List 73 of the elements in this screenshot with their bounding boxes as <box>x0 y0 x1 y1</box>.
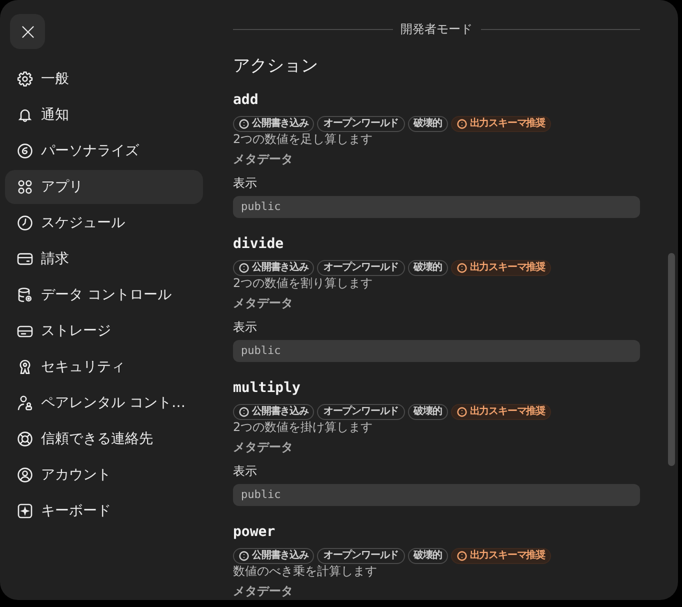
close-icon <box>20 24 34 38</box>
sidebar-item[interactable]: 信頼できる連絡先 <box>5 422 203 456</box>
visibility-code-block: public <box>233 196 640 218</box>
action-description: 2つの数値を足し算します <box>233 132 374 147</box>
action-description: 2つの数値を割り算します <box>233 276 374 291</box>
action-name: divide <box>233 235 285 254</box>
sidebar-item[interactable]: パーソナライズ <box>5 134 203 168</box>
action-description: 数値のべき乗を計算します <box>233 564 378 579</box>
section-divider-label: 開発者モード <box>400 21 472 38</box>
capability-tag: オープンワールド <box>317 404 405 420</box>
tag-label: 出力スキーマ推奨 <box>470 405 546 419</box>
tag-label: 出力スキーマ推奨 <box>470 117 546 131</box>
dotted-circle-icon <box>456 119 467 129</box>
close-button[interactable] <box>10 14 45 49</box>
lifebuoy-icon <box>17 431 33 447</box>
dotted-circle-icon <box>456 263 467 273</box>
database-icon <box>17 287 33 303</box>
metadata-label: メタデータ <box>233 583 294 599</box>
sidebar-item[interactable]: ストレージ <box>5 314 203 348</box>
visibility-code-block: public <box>233 340 640 362</box>
capability-tag: 破壊的 <box>408 116 448 132</box>
capability-tag: オープンワールド <box>317 116 405 132</box>
user-circle-icon <box>17 467 33 483</box>
capability-tag: オープンワールド <box>317 548 405 564</box>
sidebar-item[interactable]: ペアレンタル コント… <box>5 386 203 420</box>
dotted-circle-icon <box>456 407 467 417</box>
gear-icon <box>17 71 33 87</box>
capability-tag: 破壊的 <box>408 404 448 420</box>
capability-tag: オープンワールド <box>317 260 405 276</box>
sidebar-item[interactable]: スケジュール <box>5 206 203 240</box>
square-sparkle-icon <box>17 503 33 519</box>
credit-card-icon <box>17 251 33 267</box>
action-name: power <box>233 523 276 542</box>
people-icon <box>17 395 33 411</box>
swirl-circle-icon <box>17 143 33 159</box>
visibility-label: 表示 <box>233 463 258 479</box>
visibility-label: 表示 <box>233 175 258 191</box>
capability-tag: 破壊的 <box>408 260 448 276</box>
sidebar-item[interactable]: アカウント <box>5 458 203 492</box>
sidebar-item[interactable]: 一般 <box>5 62 203 96</box>
dotted-circle-icon <box>239 551 249 561</box>
action-name: multiply <box>233 379 302 398</box>
bell-icon <box>17 107 33 123</box>
clock-icon <box>17 215 33 231</box>
tag-label: 公開書き込み <box>252 549 308 563</box>
dotted-circle-icon <box>239 119 249 129</box>
scrollbar-thumb[interactable] <box>668 253 675 466</box>
sidebar-item[interactable]: セキュリティ <box>5 350 203 384</box>
sidebar-item[interactable]: キーボード <box>5 494 203 528</box>
dotted-circle-icon <box>456 551 467 561</box>
metadata-label: メタデータ <box>233 151 294 167</box>
sidebar-item[interactable]: 通知 <box>5 98 203 132</box>
tag-label: 公開書き込み <box>252 261 308 275</box>
action-description: 2つの数値を掛け算します <box>233 420 374 435</box>
storage-drive-icon <box>17 323 33 339</box>
tag-label: 公開書き込み <box>252 117 308 131</box>
tag-label: 出力スキーマ推奨 <box>470 549 546 563</box>
sidebar-item[interactable]: アプリ <box>5 170 203 204</box>
dotted-circle-icon <box>239 407 249 417</box>
metadata-label: メタデータ <box>233 439 294 455</box>
metadata-label: メタデータ <box>233 295 294 311</box>
visibility-label: 表示 <box>233 319 258 335</box>
dotted-circle-icon <box>239 263 249 273</box>
sidebar-item[interactable]: データ コントロール <box>5 278 203 312</box>
tag-label: 出力スキーマ推奨 <box>470 261 546 275</box>
grid-circles-icon <box>17 179 33 195</box>
award-icon <box>17 359 33 375</box>
tag-label: 公開書き込み <box>252 405 308 419</box>
capability-tag: 破壊的 <box>408 548 448 564</box>
action-name: add <box>233 91 260 110</box>
visibility-code-block: public <box>233 484 640 506</box>
section-heading: アクション <box>233 55 319 78</box>
sidebar-item[interactable]: 請求 <box>5 242 203 276</box>
